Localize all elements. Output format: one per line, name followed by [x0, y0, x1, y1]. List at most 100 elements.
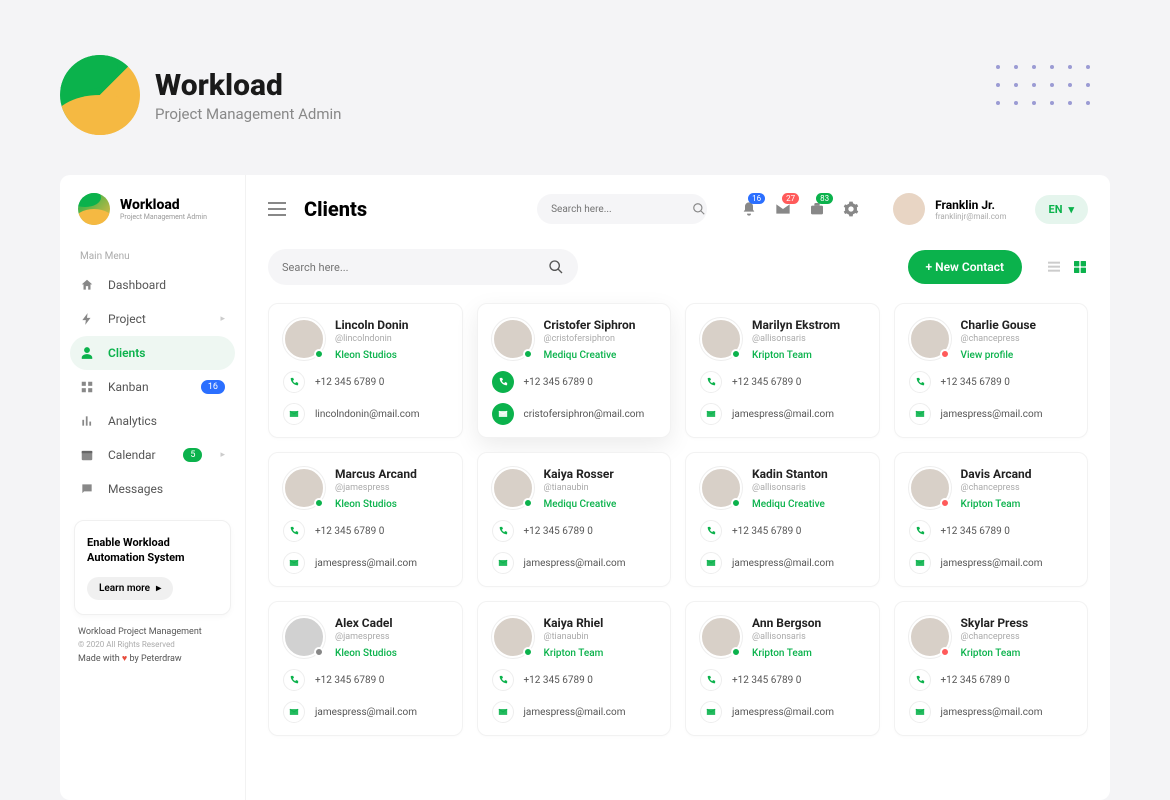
sidebar-item-analytics[interactable]: Analytics	[60, 404, 245, 438]
learn-more-button[interactable]: Learn more ▸	[87, 577, 173, 600]
menu-icon[interactable]	[268, 202, 286, 216]
client-card[interactable]: Alex Cadel@jamespressKleon Studios+12 34…	[268, 601, 463, 736]
phone-icon[interactable]	[283, 371, 305, 393]
header-search-input[interactable]	[551, 204, 684, 215]
client-card[interactable]: Skylar Press@chancepressKripton Team+12 …	[894, 601, 1089, 736]
client-card[interactable]: Kaiya Rosser@tianaubinMediqu Creative+12…	[477, 452, 672, 587]
clients-search[interactable]	[268, 249, 578, 285]
client-card[interactable]: Lincoln Donin@lincolndoninKleon Studios+…	[268, 303, 463, 438]
sidebar-item-kanban[interactable]: Kanban 16	[60, 370, 245, 404]
client-handle: @jamespress	[335, 632, 397, 642]
mail-icon[interactable]	[283, 403, 305, 425]
language-selector[interactable]: EN ▾	[1035, 195, 1088, 224]
client-company[interactable]: Kleon Studios	[335, 648, 397, 659]
main-panel: Clients 16 27 83	[245, 175, 1110, 800]
calendar-badge: 5	[183, 448, 202, 462]
chevron-right-icon: ▸	[220, 314, 225, 324]
client-email: jamespress@mail.com	[524, 558, 626, 569]
phone-icon[interactable]	[909, 520, 931, 542]
client-company[interactable]: Kleon Studios	[335, 499, 417, 510]
sidebar-item-label: Project	[108, 312, 146, 326]
client-company[interactable]: Kripton Team	[961, 648, 1029, 659]
client-name: Cristofer Siphron	[544, 318, 636, 332]
mail-icon[interactable]	[700, 701, 722, 723]
phone-icon[interactable]	[492, 669, 514, 691]
client-card[interactable]: Charlie Gouse@chancepressView profile+12…	[894, 303, 1089, 438]
new-contact-button[interactable]: + New Contact	[908, 250, 1022, 284]
sidebar-item-project[interactable]: Project ▸	[60, 302, 245, 336]
client-card[interactable]: Kadin Stanton@allisonsarisMediqu Creativ…	[685, 452, 880, 587]
status-dot	[940, 349, 950, 359]
client-card[interactable]: Kaiya Rhiel@tianaubinKripton Team+12 345…	[477, 601, 672, 736]
mail-button[interactable]: 27	[775, 201, 791, 217]
client-name: Kaiya Rosser	[544, 467, 617, 481]
settings-button[interactable]	[843, 201, 859, 217]
clients-search-input[interactable]	[282, 261, 540, 274]
header-icons: 16 27 83	[741, 201, 859, 217]
phone-icon[interactable]	[492, 371, 514, 393]
phone-icon[interactable]	[700, 371, 722, 393]
mail-icon[interactable]	[283, 552, 305, 574]
client-company[interactable]: Mediqu Creative	[544, 499, 617, 510]
client-company[interactable]: Kleon Studios	[335, 350, 409, 361]
mail-icon[interactable]	[283, 701, 305, 723]
sidebar-item-calendar[interactable]: Calendar 5 ▸	[60, 438, 245, 472]
sidebar: Workload Project Management Admin Main M…	[60, 175, 245, 800]
list-view-button[interactable]	[1046, 259, 1062, 275]
client-company[interactable]: Mediqu Creative	[544, 350, 636, 361]
user-menu[interactable]: Franklin Jr. franklinjr@mail.com	[893, 193, 1006, 225]
sidebar-item-messages[interactable]: Messages	[60, 472, 245, 506]
client-name: Charlie Gouse	[961, 318, 1037, 332]
client-phone: +12 345 6789 0	[315, 526, 384, 537]
phone-icon[interactable]	[700, 669, 722, 691]
mail-icon[interactable]	[492, 701, 514, 723]
mail-icon[interactable]	[909, 701, 931, 723]
client-company[interactable]: Kripton Team	[752, 648, 821, 659]
phone-icon[interactable]	[700, 520, 722, 542]
mail-icon[interactable]	[909, 403, 931, 425]
client-handle: @tianaubin	[544, 632, 604, 642]
grid-view-button[interactable]	[1072, 259, 1088, 275]
header-search[interactable]	[537, 194, 707, 224]
client-card[interactable]: Cristofer Siphron@cristofersiphronMediqu…	[477, 303, 672, 438]
status-dot	[523, 349, 533, 359]
client-company[interactable]: Mediqu Creative	[752, 499, 828, 510]
client-card[interactable]: Marilyn Ekstrom@allisonsarisKripton Team…	[685, 303, 880, 438]
sidebar-item-label: Messages	[108, 482, 163, 496]
bell-badge: 16	[748, 193, 765, 204]
sidebar-item-clients[interactable]: Clients	[70, 336, 235, 370]
brand-header: Workload Project Management Admin	[60, 55, 341, 135]
grid-icon	[80, 380, 94, 394]
search-icon	[692, 202, 706, 216]
client-company[interactable]: Kripton Team	[752, 350, 840, 361]
sidebar-item-label: Dashboard	[108, 278, 166, 292]
client-card[interactable]: Davis Arcand@chancepressKripton Team+12 …	[894, 452, 1089, 587]
phone-icon[interactable]	[909, 371, 931, 393]
footer-line1: Workload Project Management	[78, 625, 227, 639]
mail-icon[interactable]	[909, 552, 931, 574]
client-avatar	[909, 616, 951, 658]
client-avatar	[283, 616, 325, 658]
client-phone: +12 345 6789 0	[315, 377, 384, 388]
sidebar-title: Workload	[120, 197, 207, 213]
client-card[interactable]: Marcus Arcand@jamespressKleon Studios+12…	[268, 452, 463, 587]
client-company[interactable]: Kripton Team	[544, 648, 604, 659]
client-avatar	[283, 467, 325, 509]
client-handle: @chancepress	[961, 632, 1029, 642]
phone-icon[interactable]	[492, 520, 514, 542]
mail-icon[interactable]	[492, 403, 514, 425]
inbox-button[interactable]: 83	[809, 201, 825, 217]
client-email: jamespress@mail.com	[315, 558, 417, 569]
notifications-button[interactable]: 16	[741, 201, 757, 217]
client-card[interactable]: Ann Bergson@allisonsarisKripton Team+12 …	[685, 601, 880, 736]
mail-icon[interactable]	[700, 403, 722, 425]
client-company[interactable]: Kripton Team	[961, 499, 1032, 510]
client-company[interactable]: View profile	[961, 350, 1037, 361]
phone-icon[interactable]	[283, 520, 305, 542]
phone-icon[interactable]	[909, 669, 931, 691]
mail-icon[interactable]	[492, 552, 514, 574]
sidebar-item-dashboard[interactable]: Dashboard	[60, 268, 245, 302]
mail-icon[interactable]	[700, 552, 722, 574]
decorative-dots	[996, 65, 1090, 105]
phone-icon[interactable]	[283, 669, 305, 691]
